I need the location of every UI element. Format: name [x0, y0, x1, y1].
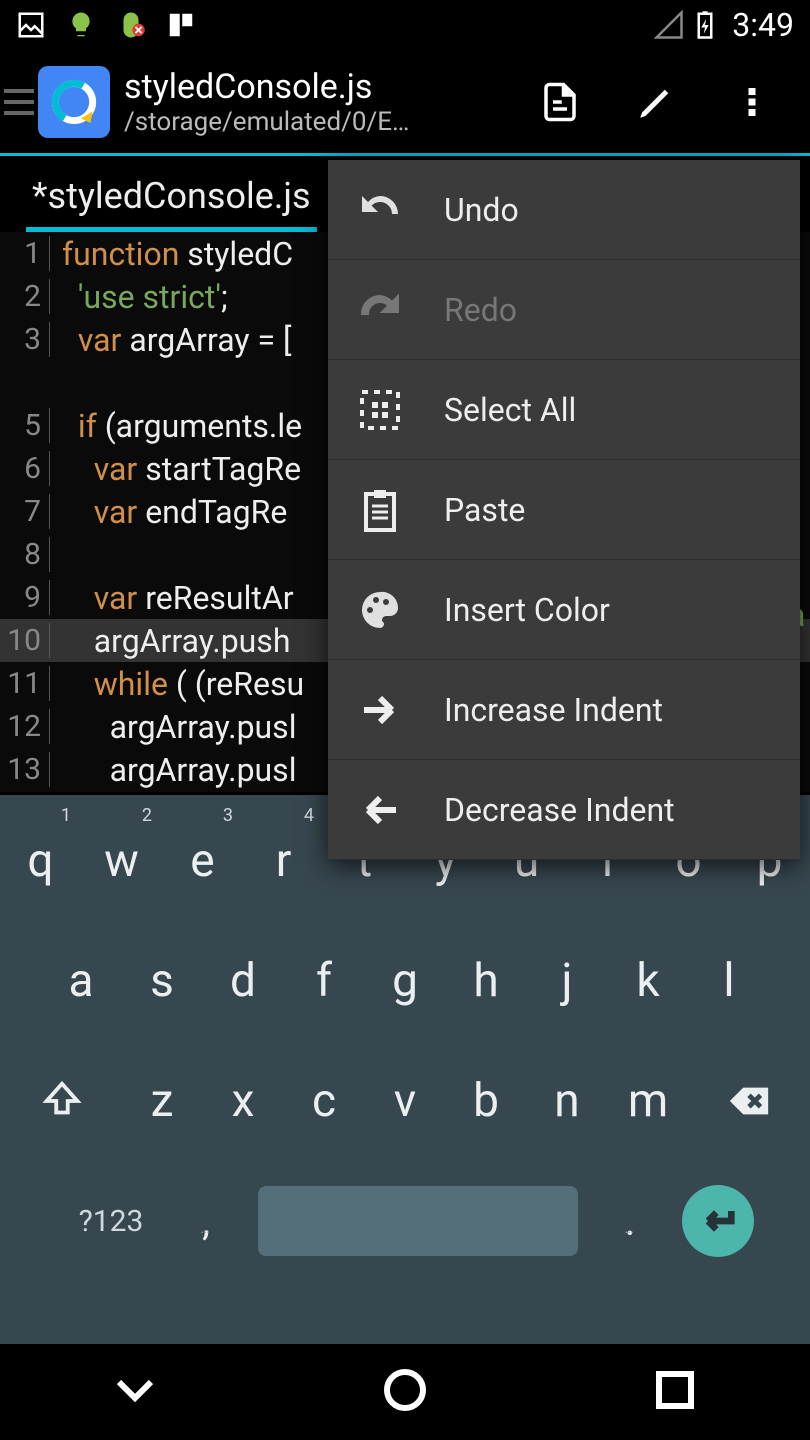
- line-number: 5: [0, 408, 50, 443]
- key-m[interactable]: m: [608, 1041, 689, 1161]
- overflow-button[interactable]: [704, 54, 800, 150]
- undo-icon: [356, 186, 404, 234]
- key-comma[interactable]: ,…: [166, 1198, 246, 1245]
- nav-back-button[interactable]: [111, 1366, 159, 1418]
- key-c[interactable]: c: [284, 1041, 365, 1161]
- tab-active[interactable]: *styledConsole.js: [26, 165, 317, 232]
- key-b[interactable]: b: [446, 1041, 527, 1161]
- line-number: 10: [0, 623, 50, 658]
- menu-button[interactable]: [0, 89, 34, 115]
- code-text[interactable]: 'use strict';: [50, 278, 228, 316]
- code-text[interactable]: var startTagRe: [50, 450, 301, 488]
- line-number: 7: [0, 494, 50, 529]
- status-time: 3:49: [732, 6, 794, 44]
- file-title: styledConsole.js: [124, 67, 512, 107]
- key-s[interactable]: s: [122, 921, 203, 1041]
- battery-charging-icon: [690, 10, 720, 40]
- key-f[interactable]: f: [284, 921, 365, 1041]
- context-menu: Undo Redo Select All Paste Insert Color Incre…: [328, 160, 800, 860]
- app-logo-icon: [38, 66, 110, 138]
- menu-item-label: Select All: [444, 391, 576, 429]
- right-icon: [356, 686, 404, 734]
- paste-icon: [356, 486, 404, 534]
- nav-home-button[interactable]: [381, 1366, 429, 1418]
- key-d[interactable]: d: [203, 921, 284, 1041]
- redo-icon: [356, 286, 404, 334]
- key-k[interactable]: k: [608, 921, 689, 1041]
- code-text[interactable]: argArray.pusl: [50, 751, 296, 789]
- key-z[interactable]: z: [122, 1041, 203, 1161]
- selall-icon: [356, 386, 404, 434]
- key-shift[interactable]: [2, 1041, 122, 1161]
- menu-item-label: Redo: [444, 291, 517, 329]
- menu-item-label: Insert Color: [444, 591, 610, 629]
- status-bar: 3:49: [0, 0, 810, 50]
- file-path: /storage/emulated/0/E…: [124, 107, 512, 137]
- signal-icon: [654, 10, 684, 40]
- edit-action-button[interactable]: [608, 54, 704, 150]
- line-number: 13: [0, 752, 50, 787]
- code-text[interactable]: var endTagRe: [50, 493, 287, 531]
- menu-item-undo[interactable]: Undo: [328, 160, 800, 260]
- key-period[interactable]: .…: [590, 1198, 670, 1245]
- key-n[interactable]: n: [527, 1041, 608, 1161]
- menu-item-redo: Redo: [328, 260, 800, 360]
- left-icon: [356, 786, 404, 834]
- key-enter[interactable]: [682, 1185, 754, 1257]
- key-h[interactable]: h: [446, 921, 527, 1041]
- code-text[interactable]: var reResultAr: [50, 579, 294, 617]
- navigation-bar: [0, 1344, 810, 1440]
- key-backspace[interactable]: [689, 1041, 809, 1161]
- key-r[interactable]: r4: [243, 801, 324, 921]
- code-text[interactable]: argArray.pusl: [50, 708, 296, 746]
- line-number: 2: [0, 279, 50, 314]
- key-x[interactable]: x: [203, 1041, 284, 1161]
- menu-item-left[interactable]: Decrease Indent: [328, 760, 800, 860]
- bulb-icon: [66, 10, 96, 40]
- key-v[interactable]: v: [365, 1041, 446, 1161]
- line-number: 11: [0, 666, 50, 701]
- code-text[interactable]: argArray.push: [50, 622, 290, 660]
- gallery-icon: [16, 10, 46, 40]
- key-l[interactable]: l: [689, 921, 770, 1041]
- line-number: 1: [0, 236, 50, 271]
- line-number: 12: [0, 709, 50, 744]
- app-bar: styledConsole.js /storage/emulated/0/E…: [0, 50, 810, 156]
- key-w[interactable]: w2: [81, 801, 162, 921]
- key-symbols[interactable]: ?123: [56, 1204, 166, 1239]
- code-text[interactable]: while ( (reResu: [50, 665, 304, 703]
- key-e[interactable]: e3: [162, 801, 243, 921]
- line-number: 9: [0, 580, 50, 615]
- key-space[interactable]: [258, 1186, 578, 1256]
- file-action-button[interactable]: [512, 54, 608, 150]
- code-text[interactable]: var argArray = [: [50, 321, 291, 359]
- key-q[interactable]: q1: [0, 801, 81, 921]
- menu-item-right[interactable]: Increase Indent: [328, 660, 800, 760]
- app-notif-icon: [166, 10, 196, 40]
- android-debug-icon: [116, 10, 146, 40]
- key-g[interactable]: g: [365, 921, 446, 1041]
- menu-item-label: Paste: [444, 491, 525, 529]
- line-number: 3: [0, 322, 50, 357]
- code-text[interactable]: if (arguments.le: [50, 407, 302, 445]
- menu-item-selall[interactable]: Select All: [328, 360, 800, 460]
- line-number: 6: [0, 451, 50, 486]
- code-text[interactable]: function styledC: [50, 235, 293, 273]
- soft-keyboard: q1w2e3r4t5y6u7i8o9p0 asdfghjkl zxcvbnm ?…: [0, 795, 810, 1345]
- menu-item-paste[interactable]: Paste: [328, 460, 800, 560]
- key-a[interactable]: a: [41, 921, 122, 1041]
- line-number: 8: [0, 537, 50, 572]
- nav-recent-button[interactable]: [651, 1366, 699, 1418]
- menu-item-palette[interactable]: Insert Color: [328, 560, 800, 660]
- palette-icon: [356, 586, 404, 634]
- key-j[interactable]: j: [527, 921, 608, 1041]
- menu-item-label: Decrease Indent: [444, 791, 675, 829]
- menu-item-label: Increase Indent: [444, 691, 663, 729]
- menu-item-label: Undo: [444, 191, 519, 229]
